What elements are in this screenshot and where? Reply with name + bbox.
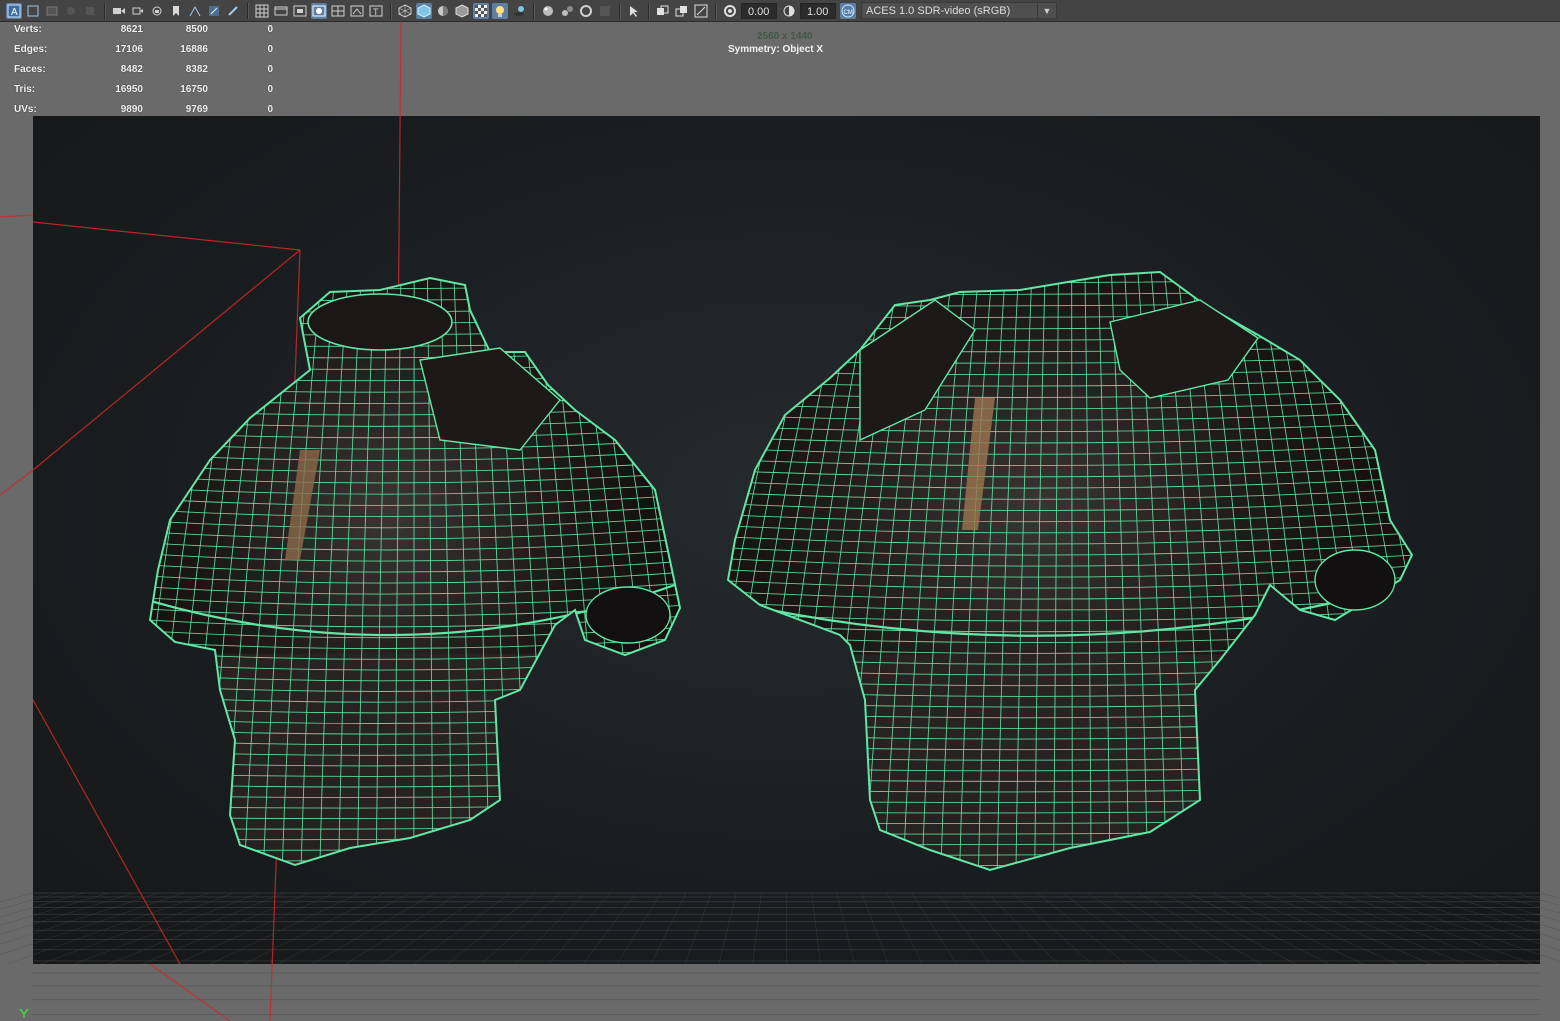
- wire-loop: [150, 278, 680, 279]
- grid-line: [1037, 892, 1126, 965]
- grid-line: [0, 892, 109, 926]
- grid-line: [911, 892, 957, 965]
- sleeve-opening: [585, 586, 671, 644]
- armor-model-right[interactable]: [619, 262, 1506, 910]
- grid-line: [244, 892, 385, 965]
- collar: [307, 293, 453, 351]
- wire-loop: [150, 278, 166, 865]
- wire-loop: [728, 272, 1412, 273]
- grid-line: [962, 892, 1025, 965]
- grid-line: [886, 892, 923, 965]
- grid-line: [616, 892, 662, 965]
- grid-line: [1012, 892, 1093, 965]
- grid-line: [345, 892, 461, 965]
- axis-line: [0, 469, 34, 496]
- grid-line: [1087, 892, 1194, 965]
- wire-loop: [708, 884, 1432, 888]
- grid-line: [1112, 892, 1228, 965]
- axis-line: [32, 221, 301, 251]
- sleeve-opening: [1314, 549, 1396, 611]
- grid-line: [1138, 892, 1262, 965]
- axis-line: [0, 214, 34, 218]
- wire-loop: [150, 856, 680, 862]
- grid-line: [1062, 892, 1160, 965]
- wire-loop: [150, 845, 680, 851]
- grid-line: [379, 892, 486, 965]
- grid-line: [936, 892, 991, 965]
- grid-line: [650, 892, 687, 965]
- grid-line: [1364, 892, 1560, 962]
- wire-loop: [130, 890, 700, 894]
- axis-line: [32, 699, 181, 965]
- wire-loop: [130, 879, 700, 883]
- grid-line: [718, 892, 737, 965]
- view-axis-icon: [19, 1008, 29, 1018]
- grid-line: [1464, 892, 1560, 922]
- grid-line: [836, 892, 855, 965]
- armor-right-mail-band: [728, 654, 1412, 870]
- axis-line: [149, 963, 231, 1021]
- grid-line: [1163, 892, 1296, 965]
- grid-line: [277, 892, 410, 965]
- grid-line: [1338, 892, 1533, 965]
- grid-line: [515, 892, 586, 965]
- grid-line: [413, 892, 511, 965]
- grid-line: [0, 892, 84, 918]
- grid-line: [108, 892, 285, 965]
- maya-viewport-window: A T 0.00 1.00 CM ACES 1.0 SDR-video (sRG…: [0, 0, 1560, 1021]
- grid-line: [549, 892, 611, 965]
- grid-line: [684, 892, 712, 965]
- floor-grid: [0, 892, 1560, 1015]
- grid-line: [0, 892, 184, 956]
- viewport-scene[interactable]: [0, 0, 1560, 1021]
- grid-line: [6, 892, 209, 965]
- wire-loop: [708, 873, 1432, 877]
- grid-line: [752, 892, 762, 965]
- grid-line: [1288, 892, 1465, 965]
- wire-loop: [728, 861, 1412, 867]
- grid-line: [1238, 892, 1398, 965]
- wire-loop: [728, 850, 1412, 856]
- grid-line: [1188, 892, 1330, 965]
- grid-line: [447, 892, 536, 965]
- wire-loop: [708, 906, 1432, 910]
- grid-line: [311, 892, 435, 965]
- grid-line: [583, 892, 637, 965]
- grid-line: [40, 892, 235, 965]
- grid-line: [481, 892, 561, 965]
- grid-line: [861, 892, 889, 965]
- grid-line: [811, 892, 821, 965]
- grid-line: [1539, 892, 1560, 899]
- grid-line: [176, 892, 335, 965]
- wire-loop: [130, 868, 700, 872]
- grid-line: [987, 892, 1059, 965]
